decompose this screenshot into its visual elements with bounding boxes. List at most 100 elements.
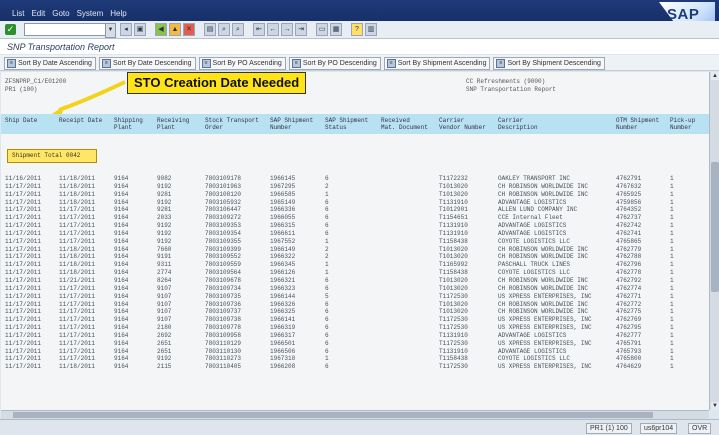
layout-icon[interactable]: ▥: [365, 23, 377, 36]
table-row[interactable]: 11/17/2011 11/18/2011 9164 9311 7803109559 19…: [1, 261, 709, 269]
table-cell: 4762796: [616, 261, 642, 269]
table-cell: 4762772: [616, 300, 642, 308]
table-row[interactable]: 11/17/2011 11/21/2011 9164 8264 7803109678 19…: [1, 277, 709, 285]
column-header-10-line2: Number: [616, 124, 638, 131]
help-icon[interactable]: ?: [351, 23, 363, 36]
menu-goto[interactable]: Goto: [52, 9, 69, 18]
table-row[interactable]: 11/17/2011 11/17/2011 9164 2033 7803109272 19…: [1, 214, 709, 222]
table-row[interactable]: 11/17/2011 11/17/2011 9164 9107 7803109737 19…: [1, 308, 709, 316]
menu-system[interactable]: System: [77, 9, 104, 18]
table-cell: 1: [325, 237, 329, 245]
table-row[interactable]: 11/17/2011 11/17/2011 9164 9107 7803109735 19…: [1, 293, 709, 301]
menu-help[interactable]: Help: [110, 9, 126, 18]
table-row[interactable]: 11/17/2011 11/17/2011 9164 9192 7803109354 19…: [1, 230, 709, 238]
table-row[interactable]: 11/17/2011 11/17/2011 9164 9281 7803106447 19…: [1, 206, 709, 214]
table-cell: 7660: [157, 245, 172, 253]
column-header-2-line2: Plant: [114, 124, 133, 131]
table-cell: 9164: [114, 206, 129, 214]
table-cell: 1: [670, 175, 674, 182]
new-session-icon[interactable]: ▭: [316, 23, 328, 36]
table-cell: 1: [670, 316, 674, 324]
horizontal-scrollbar[interactable]: [1, 410, 709, 419]
shortcut-icon[interactable]: ▦: [330, 23, 342, 36]
table-row[interactable]: 11/17/2011 11/18/2011 9164 7660 7803109399 19…: [1, 246, 709, 254]
sort-button-5[interactable]: ≡ Sort By Shipment Descending: [493, 57, 605, 70]
table-cell: 9192: [157, 182, 172, 190]
sort-button-4[interactable]: ≡ Sort By Shipment Ascending: [383, 57, 491, 70]
last-page-icon[interactable]: ⇥: [295, 23, 307, 36]
table-row[interactable]: 11/17/2011 11/18/2011 9164 2115 7803110405 19…: [1, 363, 709, 371]
table-cell: 6: [325, 300, 329, 308]
table-row[interactable]: 11/17/2011 11/18/2011 9164 2774 7803109564 19…: [1, 269, 709, 277]
command-history-dropdown[interactable]: ▼: [105, 23, 116, 38]
exit-icon[interactable]: ▲: [169, 23, 181, 36]
table-cell: 11/17/2011: [59, 347, 96, 355]
table-row[interactable]: 11/17/2011 11/17/2011 9164 9192 7803109355 19…: [1, 238, 709, 246]
sort-button-3[interactable]: ≡ Sort By PO Descending: [288, 57, 381, 70]
table-row[interactable]: 11/17/2011 11/18/2011 9164 9281 7803108120 19…: [1, 191, 709, 199]
menu-list[interactable]: List: [12, 9, 24, 18]
table-cell: 1: [670, 253, 674, 261]
table-row[interactable]: 11/17/2011 11/18/2011 9164 9191 7803109552 19…: [1, 253, 709, 261]
column-header-5-line2: Number: [270, 124, 292, 131]
save-icon[interactable]: ▣: [134, 23, 146, 36]
table-cell: 7803110130: [205, 347, 242, 355]
table-cell: US XPRESS ENTERPRISES, INC: [498, 292, 592, 300]
table-row[interactable]: 11/17/2011 11/17/2011 9164 9107 7803109736 19…: [1, 301, 709, 309]
enter-check-icon[interactable]: ✓: [5, 24, 16, 35]
scroll-up-icon[interactable]: ▲: [711, 72, 719, 80]
table-cell: 6: [325, 214, 329, 222]
vertical-scroll-thumb[interactable]: [711, 162, 719, 292]
scroll-down-icon[interactable]: ▼: [711, 402, 719, 410]
command-field[interactable]: [24, 23, 108, 36]
table-cell: 7803109559: [205, 261, 242, 269]
table-row[interactable]: 11/17/2011 11/17/2011 9164 9107 7803109734 19…: [1, 285, 709, 293]
table-cell: 11/18/2011: [59, 245, 96, 253]
table-row[interactable]: 11/17/2011 11/18/2011 9164 9192 7803101963 19…: [1, 183, 709, 191]
table-row[interactable]: 11/17/2011 11/17/2011 9164 2180 7803109778 19…: [1, 324, 709, 332]
table-cell: 7803105932: [205, 198, 242, 206]
shipment-total[interactable]: Shipment Total 0042: [7, 149, 97, 163]
table-cell: CH ROBINSON WORLDWIDE INC: [498, 245, 589, 253]
sort-button-1[interactable]: ≡ Sort By Date Descending: [98, 57, 196, 70]
vertical-scrollbar[interactable]: ▲ ▼: [709, 72, 719, 410]
find-next-icon[interactable]: ⌕: [232, 23, 244, 36]
cancel-icon[interactable]: ✕: [183, 23, 195, 36]
horizontal-scroll-thumb[interactable]: [13, 412, 653, 418]
table-cell: 1: [325, 190, 329, 198]
table-cell: T1013020: [439, 253, 468, 261]
back-icon[interactable]: ◀: [155, 23, 167, 36]
table-row[interactable]: 11/17/2011 11/17/2011 9164 9107 7803109738 19…: [1, 316, 709, 324]
menu-edit[interactable]: Edit: [31, 9, 45, 18]
table-cell: 1: [670, 182, 674, 190]
column-header-4-line2: Order: [205, 124, 224, 131]
table-cell: 1966336: [270, 206, 296, 214]
table-row[interactable]: 11/16/2011 11/18/2011 9164 9082 7803109178 19…: [1, 175, 709, 183]
table-row[interactable]: 11/17/2011 11/17/2011 9164 9192 7803109353 19…: [1, 222, 709, 230]
print-icon[interactable]: ▤: [204, 23, 216, 36]
table-cell: 11/17/2011: [5, 363, 42, 371]
find-icon[interactable]: ⌕: [218, 23, 230, 36]
table-cell: 4762777: [616, 331, 642, 339]
table-cell: 4762788: [616, 253, 642, 261]
sort-button-0[interactable]: ≡ Sort By Date Ascending: [4, 57, 96, 70]
table-cell: 11/17/2011: [59, 339, 96, 347]
table-cell: 11/17/2011: [5, 324, 42, 332]
table-cell: 1: [670, 292, 674, 300]
next-page-icon[interactable]: →: [281, 23, 293, 36]
table-cell: 7803109354: [205, 229, 242, 237]
table-cell: T1158438: [439, 269, 468, 277]
table-cell: 11/17/2011: [59, 214, 96, 222]
table-row[interactable]: 11/17/2011 11/17/2011 9164 2651 7803110129 19…: [1, 340, 709, 348]
table-row[interactable]: 11/17/2011 11/17/2011 9164 9192 7803110273 19…: [1, 355, 709, 363]
table-cell: T1131910: [439, 347, 468, 355]
sort-button-2[interactable]: ≡ Sort By PO Ascending: [198, 57, 286, 70]
prev-page-icon[interactable]: ←: [267, 23, 279, 36]
table-row[interactable]: 11/17/2011 11/18/2011 9164 9192 7803105932 19…: [1, 199, 709, 207]
table-row[interactable]: 11/17/2011 11/17/2011 9164 2692 7803109958 19…: [1, 332, 709, 340]
first-page-icon[interactable]: ⇤: [253, 23, 265, 36]
table-cell: 9164: [114, 214, 129, 222]
table-row[interactable]: 11/17/2011 11/17/2011 9164 2651 7803110130 19…: [1, 348, 709, 356]
column-header-row: Ship Date Receipt Date Shipping Plant Receiv…: [1, 114, 709, 134]
table-cell: 1: [670, 300, 674, 308]
